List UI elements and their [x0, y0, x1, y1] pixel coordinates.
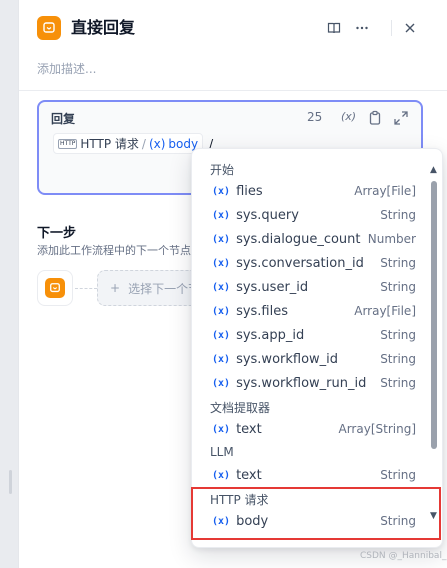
var-item-sys-user-id[interactable]: (x) sys.user_id String: [200, 275, 420, 299]
variable-icon: (x): [212, 185, 231, 197]
next-step-title: 下一步: [37, 226, 77, 241]
variable-chip[interactable]: HTTP HTTP 请求 / (x) body: [53, 133, 204, 154]
section-start: 开始: [210, 163, 235, 177]
var-name: text: [236, 421, 262, 437]
var-item-sys-app-id[interactable]: (x) sys.app_id String: [200, 323, 420, 347]
char-count: 25: [307, 110, 323, 124]
var-type: String: [380, 352, 416, 366]
var-name: text: [236, 467, 262, 483]
var-name: flies: [236, 183, 263, 199]
variable-icon: (x): [212, 305, 231, 317]
var-type: String: [380, 280, 416, 294]
variable-icon: (x): [212, 469, 231, 481]
variable-icon: (x): [212, 377, 231, 389]
var-name: sys.files: [236, 303, 289, 319]
description-input[interactable]: 添加描述...: [37, 60, 96, 77]
answer-node-icon: [45, 278, 65, 298]
var-item-sys-workflow-id[interactable]: (x) sys.workflow_id String: [200, 347, 420, 371]
resize-handle[interactable]: [9, 470, 12, 494]
variable-icon: (x): [212, 281, 231, 293]
editor-label: 回复: [51, 112, 76, 126]
scroll-up-icon[interactable]: ▲: [430, 165, 437, 175]
var-name: sys.workflow_run_id: [236, 375, 367, 391]
more-icon[interactable]: [351, 17, 373, 39]
var-name: sys.app_id: [236, 327, 305, 343]
var-item-sys-dialogue-count[interactable]: (x) sys.dialogue_count Number: [200, 227, 420, 251]
var-item-sys-conversation-id[interactable]: (x) sys.conversation_id String: [200, 251, 420, 275]
variable-icon: (x): [148, 136, 166, 151]
scrollbar-thumb[interactable]: [431, 181, 437, 449]
var-name: sys.conversation_id: [236, 255, 364, 271]
var-type: String: [380, 208, 416, 222]
variable-icon: (x): [212, 257, 231, 269]
var-name: sys.dialogue_count: [236, 231, 361, 247]
section-llm: LLM: [210, 445, 234, 459]
http-node-icon: HTTP: [58, 138, 78, 149]
var-item-doc-text[interactable]: (x) text Array[String]: [200, 417, 420, 441]
var-type: Array[File]: [354, 184, 416, 198]
var-type: String: [380, 256, 416, 270]
book-icon[interactable]: [323, 17, 345, 39]
panel-title[interactable]: 直接回复: [71, 16, 135, 40]
header-divider: [391, 20, 392, 36]
var-item-sys-query[interactable]: (x) sys.query String: [200, 203, 420, 227]
next-step-description: 添加此工作流程中的下一个节点: [37, 244, 191, 257]
var-type: Array[String]: [338, 422, 417, 436]
close-icon[interactable]: [399, 17, 421, 39]
var-item-sys-files[interactable]: (x) sys.files Array[File]: [200, 299, 420, 323]
var-item-llm-text[interactable]: (x) text String: [200, 463, 420, 487]
answer-node-icon: [37, 16, 61, 40]
plus-icon: +: [110, 281, 121, 295]
chip-node-name: HTTP 请求: [80, 137, 139, 151]
connector-line: [75, 288, 97, 289]
canvas-left-edge: [0, 0, 18, 568]
section-doc-extractor: 文档提取器: [210, 401, 271, 415]
var-type: String: [380, 468, 416, 482]
var-type: Number: [367, 232, 416, 246]
section-divider: [19, 90, 447, 91]
variable-icon: (x): [212, 329, 231, 341]
current-node-thumb: [37, 270, 73, 306]
chip-separator: /: [141, 136, 146, 151]
variable-icon: (x): [212, 423, 231, 435]
watermark: CSDN @_Hannibal_: [360, 551, 447, 561]
variable-icon: (x): [212, 209, 231, 221]
editor-content[interactable]: HTTP HTTP 请求 / (x) body /: [53, 133, 213, 154]
var-type: String: [380, 328, 416, 342]
var-item-flies[interactable]: (x) flies Array[File]: [200, 179, 420, 203]
var-name: sys.user_id: [236, 279, 309, 295]
copy-icon[interactable]: [367, 110, 383, 126]
highlight-box: [191, 487, 441, 540]
var-type: String: [380, 376, 416, 390]
variable-icon: (x): [212, 353, 231, 365]
variable-icon: (x): [212, 233, 231, 245]
var-item-sys-workflow-run-id[interactable]: (x) sys.workflow_run_id String: [200, 371, 420, 395]
var-type: Array[File]: [354, 304, 416, 318]
insert-variable-button[interactable]: (x): [341, 110, 356, 123]
var-name: sys.workflow_id: [236, 351, 339, 367]
expand-icon[interactable]: [393, 110, 409, 126]
var-name: sys.query: [236, 207, 299, 223]
